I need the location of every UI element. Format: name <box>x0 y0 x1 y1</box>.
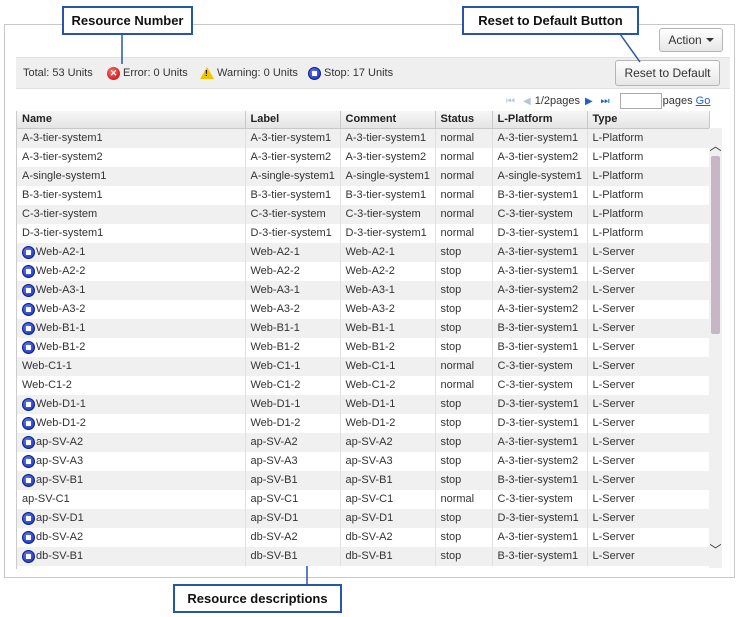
callout-resource-number: Resource Number <box>62 6 193 35</box>
callout-connectors <box>121 33 641 585</box>
callout-resource-descriptions: Resource descriptions <box>173 584 342 613</box>
callout-reset-default: Reset to Default Button <box>462 6 639 35</box>
callout-line-reset-default <box>619 33 641 63</box>
